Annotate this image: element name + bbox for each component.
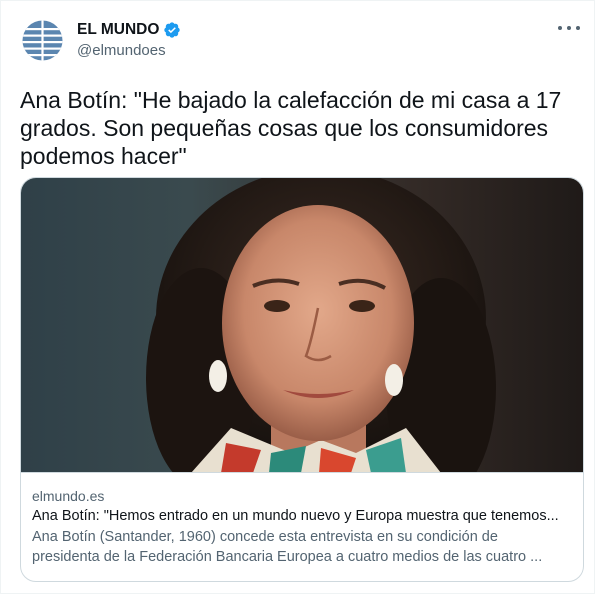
card-description-line-1: Ana Botín (Santander, 1960) concede esta… [32,529,498,545]
handle[interactable]: @elmundoes [77,42,181,59]
el-mundo-globe-icon [22,20,63,61]
card-domain[interactable]: elmundo.es [32,486,572,506]
card-title[interactable]: Ana Botín: "Hemos entrado en un mundo nu… [32,506,572,527]
more-options-icon[interactable] [558,21,580,35]
verified-badge-icon [163,21,181,39]
link-preview-card[interactable]: elmundo.es Ana Botín: "Hemos entrado en … [20,177,584,582]
avatar[interactable] [21,19,64,62]
tweet[interactable]: EL MUNDO @elmundoes Ana Botín: "He bajad… [0,0,595,594]
tweet-text: Ana Botín: "He bajado la calefacción de … [20,87,562,169]
card-description-line-2: presidenta de la Federación Bancaria Eur… [32,549,543,565]
portrait-photo-icon [21,178,583,472]
display-name[interactable]: EL MUNDO [77,21,159,39]
card-meta: elmundo.es Ana Botín: "Hemos entrado en … [32,486,572,567]
card-image[interactable] [21,178,583,473]
author-info: EL MUNDO @elmundoes [77,19,181,59]
